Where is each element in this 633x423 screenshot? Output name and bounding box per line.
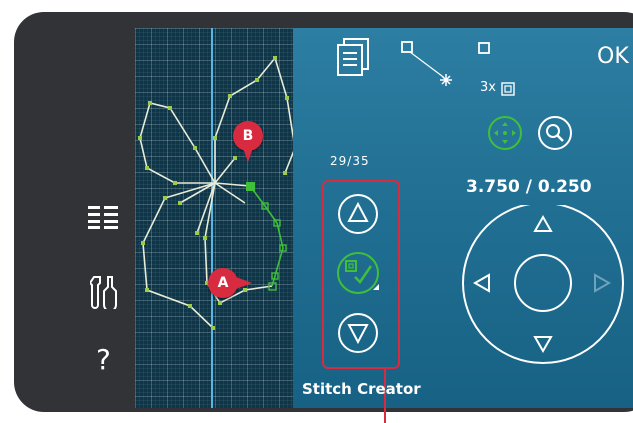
tools-settings-icon[interactable] [88, 275, 120, 313]
help-icon[interactable]: ? [96, 343, 111, 376]
menu-list-icon[interactable] [88, 206, 120, 234]
select-stitch-button[interactable] [335, 250, 381, 300]
step-up-button[interactable] [337, 193, 379, 239]
repeat-stitch-icon[interactable] [476, 40, 496, 59]
stitch-grid-canvas[interactable] [135, 28, 293, 408]
repeat-target-icon [501, 82, 515, 96]
page-title: Stitch Creator [302, 380, 421, 398]
marker-a: A [208, 268, 238, 298]
repeat-count-label: 3x [480, 80, 496, 95]
marker-b-pointer [243, 148, 253, 162]
zoom-button[interactable] [537, 115, 573, 155]
ok-button[interactable]: OK [597, 44, 629, 69]
stitch-pattern [138, 56, 293, 330]
triple-stitch-icon[interactable] [400, 40, 460, 96]
marker-b: B [233, 121, 263, 151]
step-down-button[interactable] [337, 312, 379, 358]
coordinate-readout: 3.750 / 0.250 [466, 177, 592, 197]
stitch-counter: 29/35 [330, 154, 370, 168]
direction-wheel[interactable] [455, 202, 633, 379]
marker-a-pointer [236, 277, 252, 289]
move-mode-button[interactable] [487, 115, 523, 155]
duplicate-document-icon[interactable] [336, 38, 370, 82]
